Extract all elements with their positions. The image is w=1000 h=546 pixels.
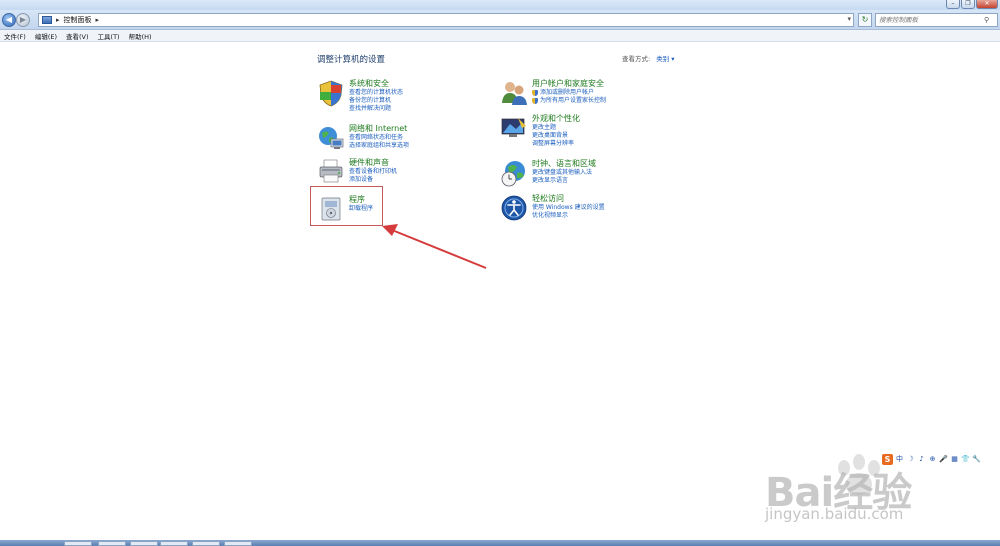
ime-moon-icon[interactable]: ☽ <box>906 455 915 464</box>
sogou-logo-icon[interactable]: S <box>882 453 893 465</box>
ime-toolbar: S 中 ☽ ♪ ⊕ 🎤 ▦ 👕 🔧 <box>882 453 981 465</box>
annotation-arrow-head <box>382 224 398 236</box>
ime-chinese-mode-icon[interactable]: 中 <box>895 455 904 464</box>
taskbar-button[interactable] <box>64 541 92 546</box>
taskbar-button[interactable] <box>98 541 126 546</box>
ime-emoji-icon[interactable]: ⊕ <box>928 455 937 464</box>
taskbar-button[interactable] <box>192 541 220 546</box>
ime-keyboard-icon[interactable]: ▦ <box>950 455 959 464</box>
annotation-arrow-line <box>391 229 487 269</box>
taskbar-button[interactable] <box>130 541 158 546</box>
ime-microphone-icon[interactable]: 🎤 <box>939 455 948 464</box>
ime-skin-icon[interactable]: 👕 <box>961 455 970 464</box>
taskbar-button[interactable] <box>160 541 188 546</box>
ime-settings-icon[interactable]: 🔧 <box>972 455 981 464</box>
watermark-url: jingyan.baidu.com <box>765 505 904 523</box>
taskbar-button[interactable] <box>224 541 252 546</box>
ime-punctuation-icon[interactable]: ♪ <box>917 455 926 464</box>
